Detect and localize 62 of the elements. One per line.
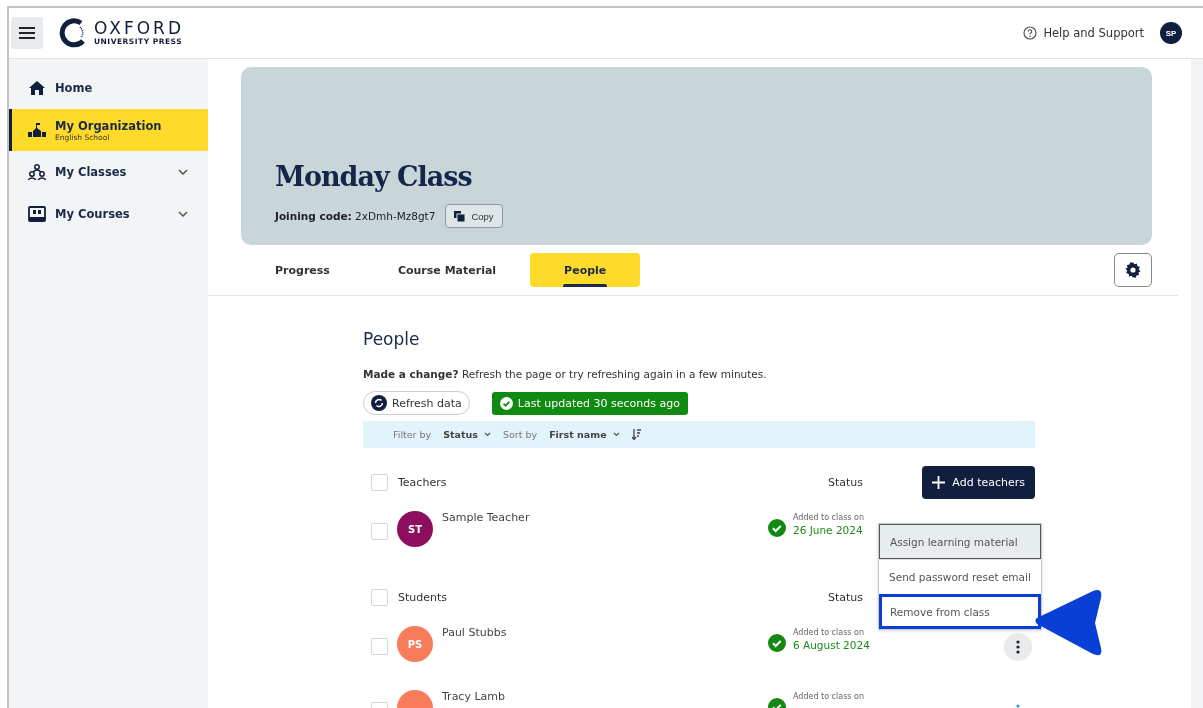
logo-name: OXFORD	[94, 20, 184, 37]
people-group-icon	[28, 164, 46, 180]
add-teachers-button[interactable]: Add teachers	[922, 465, 1035, 499]
caret-icon	[612, 432, 620, 437]
row-checkbox[interactable]	[371, 523, 388, 540]
added-label: Added to class on	[793, 513, 864, 522]
book-icon	[28, 206, 46, 222]
sort-label: Sort by	[502, 429, 538, 440]
status-heading: Status	[828, 475, 865, 489]
joining-code: Joining code: 2xDmh-Mz8gt7	[275, 210, 436, 222]
class-title: Monday Class	[275, 161, 473, 192]
refresh-icon	[371, 395, 387, 411]
refresh-button[interactable]: Refresh data	[363, 391, 470, 415]
menu-item[interactable]: Assign learning material	[879, 524, 1041, 559]
added-label: Added to class on	[793, 692, 864, 701]
more-options-button[interactable]	[1004, 633, 1032, 661]
notice-text: Made a change? Refresh the page or try refreshing again in a few minutes.	[363, 368, 768, 380]
user-avatar[interactable]: SP	[1160, 22, 1182, 44]
menu-item[interactable]: Send password reset email	[879, 559, 1041, 594]
added-label: Added to class on	[793, 628, 865, 637]
last-updated-badge: Last updated 30 seconds ago	[491, 391, 688, 415]
select-all-checkbox[interactable]	[371, 473, 388, 491]
member-avatar: PS	[397, 626, 433, 662]
status-heading: Status	[828, 590, 865, 604]
tab[interactable]: People	[530, 253, 641, 287]
check-icon	[768, 519, 786, 537]
group-heading: Teachers	[398, 475, 448, 489]
sort-dropdown[interactable]: First name	[549, 429, 620, 440]
copy-icon	[454, 210, 466, 222]
kebab-icon	[1016, 640, 1020, 654]
school-icon	[28, 122, 46, 138]
member-name: Sample Teacher	[442, 511, 531, 524]
sidebar-item[interactable]: Home	[9, 67, 208, 109]
row-checkbox[interactable]	[371, 638, 388, 655]
copy-button[interactable]: Copy	[445, 204, 503, 228]
check-icon	[768, 634, 786, 652]
menu-button[interactable]	[11, 17, 43, 49]
caret-icon	[483, 432, 491, 437]
filter-dropdown[interactable]: Status	[443, 429, 491, 440]
sidebar-item[interactable]: My Courses	[9, 193, 208, 235]
help-link[interactable]: Help and Support	[1023, 26, 1144, 40]
added-date: 6 August 2024	[793, 639, 870, 651]
select-all-checkbox[interactable]	[371, 588, 388, 606]
menu-item[interactable]: Remove from class	[879, 594, 1041, 629]
settings-icon	[1125, 262, 1141, 278]
help-icon	[1023, 26, 1038, 40]
sidebar-item[interactable]: My Classes	[9, 151, 208, 193]
tab[interactable]: Course Material	[363, 253, 531, 287]
home-icon	[28, 80, 46, 96]
section-title: People	[363, 329, 421, 349]
tab[interactable]: Progress	[241, 253, 364, 287]
check-icon	[499, 396, 513, 410]
member-avatar: ST	[397, 511, 433, 547]
settings-button[interactable]	[1114, 253, 1152, 287]
added-date: 26 June 2024	[793, 524, 864, 536]
group-heading: Students	[398, 590, 449, 604]
sort-order-icon[interactable]	[631, 429, 641, 440]
menu-icon	[19, 26, 35, 40]
filter-label: Filter by	[393, 429, 432, 440]
plus-icon	[932, 475, 946, 489]
member-name: Paul Stubbs	[442, 626, 508, 639]
member-name: Tracy Lamb	[442, 690, 506, 703]
